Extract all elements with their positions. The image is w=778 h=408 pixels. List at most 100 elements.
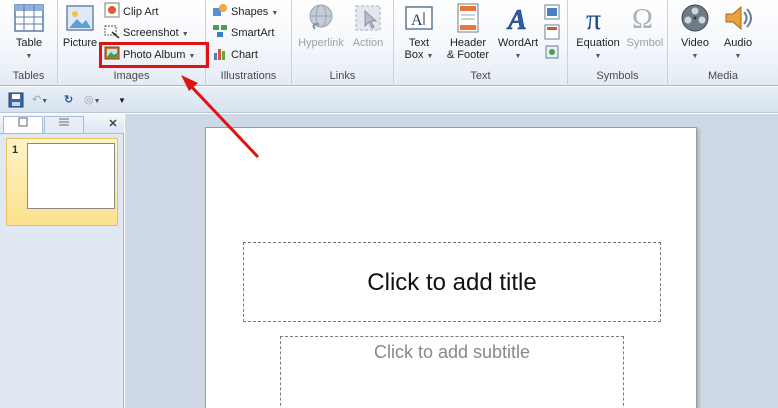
slide-canvas[interactable]: Click to add title Click to add subtitle — [205, 127, 697, 408]
tab-slides[interactable] — [3, 116, 43, 133]
slide-thumbnail-item[interactable]: 1 — [6, 138, 118, 226]
table-icon — [14, 4, 44, 32]
equation-label: Equation — [576, 37, 620, 49]
table-label: Table — [15, 37, 43, 49]
circle-icon: ◎ — [84, 94, 94, 106]
slide-number-icon[interactable] — [544, 4, 560, 20]
header-footer-icon — [457, 3, 479, 33]
hyperlink-button[interactable]: Hyperlink — [294, 2, 348, 49]
chart-label: Chart — [231, 49, 258, 61]
equation-button[interactable]: π Equation ▼ — [572, 2, 624, 63]
group-label-text: Text — [470, 70, 491, 82]
chevron-down-icon: ▼ — [271, 10, 279, 17]
group-media: Video ▼ Audio ▼ Media — [668, 0, 778, 86]
title-placeholder[interactable]: Click to add title — [243, 242, 661, 322]
close-pane-button[interactable]: ✕ — [106, 116, 120, 132]
hyperlink-label: Hyperlink — [298, 37, 344, 49]
shapes-label: Shapes — [231, 6, 269, 18]
chevron-down-icon: ▼ — [426, 53, 434, 60]
svg-text:π: π — [586, 3, 601, 34]
audio-label: Audio — [723, 37, 753, 49]
shapes-button[interactable]: Shapes ▼ — [212, 2, 278, 22]
hyperlink-icon — [309, 4, 333, 30]
pane-tabs: ✕ — [0, 114, 124, 134]
chevron-down-icon: ▼ — [691, 53, 699, 60]
chevron-down-icon: ▼ — [93, 98, 101, 105]
ribbon: Table ▼ Tables Picture Clip Art Screensh… — [0, 0, 778, 86]
undo-icon: ↶ — [32, 94, 42, 106]
wordart-button[interactable]: A WordArt ▼ — [494, 2, 542, 63]
group-illustrations: Shapes ▼ SmartArt Chart Illustrations — [206, 0, 292, 86]
date-time-icon[interactable] — [544, 24, 560, 40]
quick-access-toolbar: ↶▼ ↻ ◎▼ ▼ — [0, 87, 778, 113]
chevron-down-icon: ▼ — [118, 96, 126, 105]
group-label-images: Images — [113, 70, 150, 82]
group-label-symbols: Symbols — [596, 70, 639, 82]
group-label-illustrations: Illustrations — [220, 70, 277, 82]
symbol-label: Symbol — [626, 37, 664, 49]
outline-tab-icon — [59, 118, 69, 126]
picture-button[interactable]: Picture — [60, 2, 100, 49]
video-label: Video — [681, 37, 709, 49]
clip-art-label: Clip Art — [123, 6, 159, 18]
text-box-icon: A — [405, 6, 433, 30]
smartart-label: SmartArt — [231, 27, 275, 39]
action-button[interactable]: Action — [348, 2, 388, 49]
clip-art-icon — [104, 2, 120, 18]
group-text: A Text Box ▼ Header & Footer A WordArt ▼ — [394, 0, 568, 86]
audio-icon — [725, 5, 752, 31]
symbol-button[interactable]: Ω Symbol — [624, 2, 666, 49]
customize-button[interactable]: ◎▼ — [84, 92, 101, 108]
group-label-links: Links — [329, 70, 356, 82]
screenshot-button[interactable]: Screenshot ▼ — [104, 23, 189, 43]
chevron-down-icon: ▼ — [514, 53, 522, 60]
slide-edit-area: Click to add title Click to add subtitle — [125, 114, 778, 408]
undo-button[interactable]: ↶▼ — [32, 92, 48, 108]
header-footer-label-line2: & Footer — [446, 49, 490, 61]
action-label: Action — [352, 37, 384, 49]
object-icon[interactable] — [544, 44, 560, 60]
shapes-icon — [213, 4, 227, 16]
redo-button[interactable]: ↻ — [64, 92, 73, 108]
group-links: Hyperlink Action Links — [292, 0, 394, 86]
qat-more-button[interactable]: ▼ — [118, 92, 126, 108]
clip-art-button[interactable]: Clip Art — [104, 2, 158, 22]
slides-tab-icon — [18, 117, 28, 127]
chevron-down-icon: ▼ — [734, 53, 742, 60]
text-box-label-line2: Box — [404, 49, 424, 61]
group-symbols: π Equation ▼ Ω Symbol Symbols — [568, 0, 668, 86]
chevron-down-icon: ▼ — [41, 98, 49, 105]
chart-icon — [214, 49, 225, 60]
chevron-down-icon: ▼ — [594, 53, 602, 60]
svg-text:A: A — [411, 12, 423, 29]
screenshot-icon — [104, 25, 120, 39]
header-footer-label-line1: Header — [449, 37, 487, 49]
wordart-icon: A — [506, 5, 527, 34]
pi-icon: π — [586, 3, 601, 34]
smartart-icon — [213, 25, 227, 37]
header-footer-button[interactable]: Header & Footer — [442, 2, 494, 61]
chevron-down-icon: ▼ — [25, 53, 33, 60]
save-button[interactable] — [8, 92, 24, 108]
group-tables: Table ▼ Tables — [0, 0, 58, 86]
picture-label: Picture — [62, 37, 98, 49]
table-button[interactable]: Table ▼ — [8, 2, 50, 63]
photo-album-highlight-box — [99, 42, 209, 68]
tab-outline[interactable] — [44, 116, 84, 133]
slide-thumbnail[interactable] — [27, 143, 115, 209]
text-box-label-line1: Text — [408, 37, 430, 49]
subtitle-placeholder[interactable]: Click to add subtitle — [280, 336, 624, 408]
action-icon — [355, 5, 381, 31]
omega-icon: Ω — [632, 4, 653, 34]
svg-text:Ω: Ω — [632, 4, 653, 34]
chart-button[interactable]: Chart — [212, 45, 258, 65]
screenshot-label: Screenshot — [123, 27, 179, 39]
slide-number: 1 — [12, 144, 19, 156]
video-button[interactable]: Video ▼ — [674, 2, 716, 63]
close-icon: ✕ — [108, 118, 118, 130]
text-box-button[interactable]: A Text Box ▼ — [398, 2, 440, 63]
chevron-down-icon: ▼ — [181, 31, 189, 38]
picture-icon — [66, 5, 94, 31]
audio-button[interactable]: Audio ▼ — [718, 2, 758, 63]
smartart-button[interactable]: SmartArt — [212, 23, 274, 43]
